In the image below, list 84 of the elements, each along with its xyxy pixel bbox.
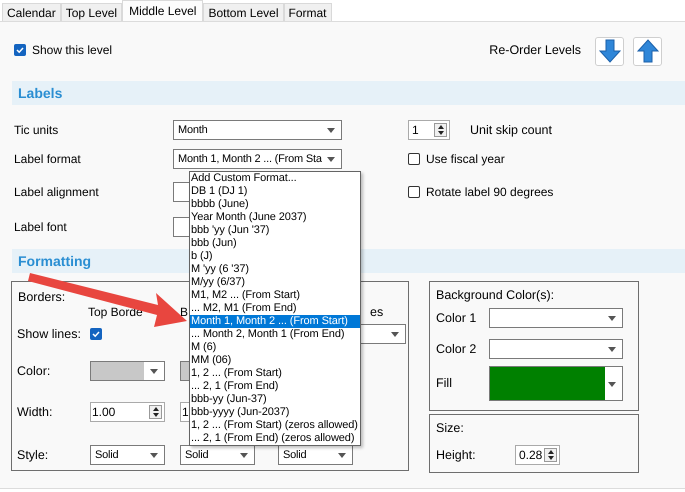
color-dropdown[interactable] <box>489 308 623 328</box>
list-item[interactable]: ... 2, 1 (From End) <box>190 380 360 393</box>
caret-icon <box>150 368 158 374</box>
dropdown[interactable]: Month <box>173 120 342 140</box>
checkbox[interactable] <box>14 44 26 56</box>
group-title: Borders: <box>18 290 66 304</box>
list-item[interactable]: ... Month 2, Month 1 (From End) <box>190 328 360 341</box>
caret-icon <box>391 332 399 337</box>
caret-icon <box>327 128 335 133</box>
section-title: Formatting <box>18 253 92 269</box>
spin-arrows-icon <box>434 123 447 137</box>
caret-icon <box>608 316 616 320</box>
list-item[interactable]: MM (06) <box>190 354 360 367</box>
caret-icon <box>150 453 158 458</box>
column-header: B <box>180 305 188 319</box>
list-item[interactable]: ... 2, 1 (From End) (zeros allowed) <box>190 432 360 445</box>
move-up-button[interactable] <box>633 36 662 66</box>
list-item[interactable]: M (6) <box>190 341 360 354</box>
field-label: Style: <box>17 448 48 462</box>
dropdown[interactable]: Solid <box>90 445 165 465</box>
list-item[interactable]: bbb-yy (Jun-37) <box>190 393 360 406</box>
spin-field[interactable]: 1 <box>408 120 450 140</box>
list-item[interactable]: Year Month (June 2037) <box>190 211 360 224</box>
list-item[interactable]: M/yy (6/37) <box>190 276 360 289</box>
spin-field[interactable]: 1.00 <box>90 402 165 422</box>
caret-icon <box>240 453 248 458</box>
spin-arrows-icon <box>149 405 162 419</box>
dropdown[interactable]: Solid <box>180 445 255 465</box>
dropdown[interactable]: Solid <box>278 445 353 465</box>
list-item[interactable]: Month 1, Month 2 ... (From Start) <box>190 315 360 328</box>
dropdown[interactable]: Month 1, Month 2 ... (From Sta <box>173 149 342 169</box>
field-label: Width: <box>17 405 52 419</box>
color-dropdown[interactable] <box>489 338 623 358</box>
group-title: Background Color(s): <box>436 288 554 302</box>
move-down-button[interactable] <box>595 36 624 66</box>
checkbox-label: Show this level <box>32 43 112 57</box>
list-item[interactable]: ... M2, M1 (From End) <box>190 302 360 315</box>
field-label: Show lines: <box>17 327 81 341</box>
list-item[interactable]: 1, 2 ... (From Start) (zeros allowed) <box>190 419 360 432</box>
caret-icon <box>608 346 616 352</box>
checkbox[interactable] <box>90 328 102 340</box>
caret-icon <box>327 157 335 162</box>
list-item[interactable]: DB 1 (DJ 1) <box>190 185 360 198</box>
list-item[interactable]: Add Custom Format... <box>190 172 360 185</box>
field-label: Tic units <box>14 123 58 137</box>
spin-field[interactable]: 0.28 <box>515 445 560 465</box>
section-title: Labels <box>18 85 62 101</box>
column-header: es <box>370 305 384 319</box>
caret-icon <box>608 382 616 386</box>
tab[interactable]: Bottom Level <box>203 3 284 21</box>
list-item[interactable]: bbbb (June) <box>190 198 360 211</box>
field-label: Color 2 <box>436 342 478 356</box>
list-item[interactable]: M 'yy (6 '37) <box>190 263 360 276</box>
tab[interactable]: Middle Level <box>122 0 204 21</box>
field-label: Label alignment <box>14 185 99 199</box>
field-label: Label font <box>14 220 67 234</box>
color-dropdown[interactable] <box>90 360 165 380</box>
checkbox-label: Use fiscal year <box>426 152 505 166</box>
list-item[interactable]: bbb (Jun) <box>190 237 360 250</box>
checkbox-label: Rotate label 90 degrees <box>426 185 554 199</box>
tab[interactable]: Top Level <box>60 3 122 21</box>
field-label: Fill <box>436 376 453 390</box>
field-label: Height: <box>436 448 477 462</box>
column-header: Top Borde <box>88 305 143 319</box>
tab[interactable]: Calendar <box>2 3 61 21</box>
list-item[interactable]: b (J) <box>190 250 360 263</box>
list-item[interactable]: M1, M2 ... (From Start) <box>190 289 360 302</box>
down-arrow-icon <box>598 39 620 63</box>
spin-arrows-icon <box>544 448 557 462</box>
field-label: Color: <box>17 364 50 378</box>
group-title: Size: <box>436 421 464 435</box>
list-item[interactable]: bbb 'yy (Jun '37) <box>190 224 360 237</box>
list-item[interactable]: 1, 2 ... (From Start) <box>190 367 360 380</box>
reorder-label: Re-Order Levels <box>489 43 581 57</box>
field-label: Unit skip count <box>470 123 552 137</box>
tab[interactable]: Format <box>284 3 332 21</box>
list-item[interactable]: bbb-yyyy (Jun-2037) <box>190 406 360 419</box>
field-label: Label format <box>14 152 81 166</box>
caret-icon <box>338 453 346 458</box>
checkbox[interactable] <box>408 153 420 165</box>
field-label: Color 1 <box>436 310 478 324</box>
checkbox[interactable] <box>408 186 420 198</box>
color-dropdown[interactable] <box>489 366 623 400</box>
up-arrow-icon <box>636 39 658 63</box>
